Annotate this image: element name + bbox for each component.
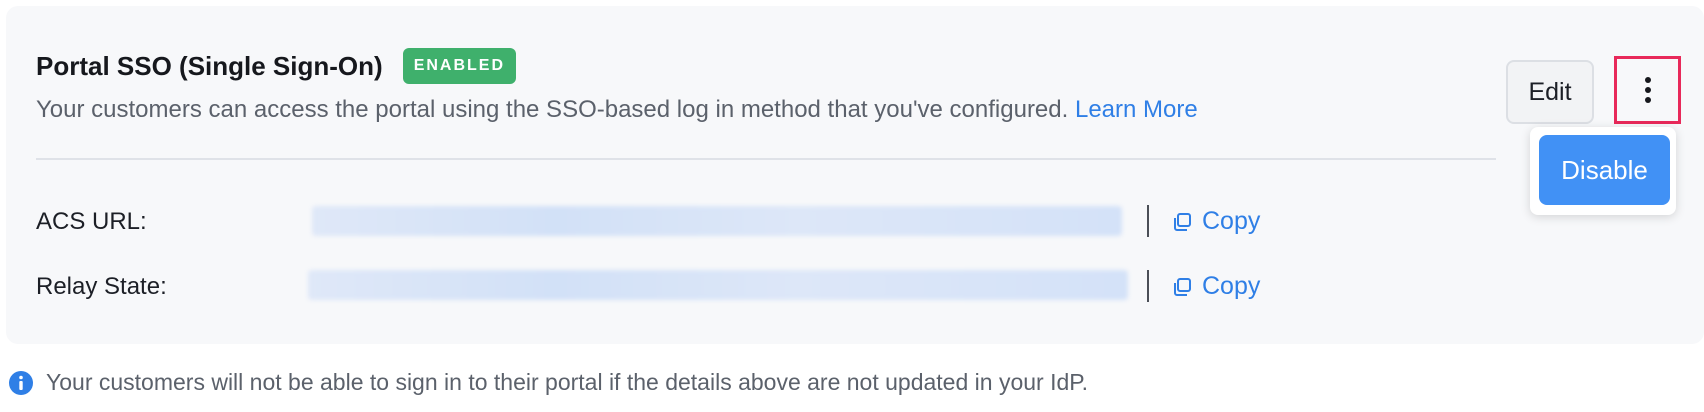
info-icon xyxy=(9,370,33,395)
section-title: Portal SSO (Single Sign-On) xyxy=(36,50,383,81)
footer-note: Your customers will not be able to sign … xyxy=(46,369,1089,395)
title-row: Portal SSO (Single Sign-On) ENABLED xyxy=(36,48,517,84)
section-description: Your customers can access the portal usi… xyxy=(36,96,1198,124)
copy-label: Copy xyxy=(1202,272,1261,300)
more-options-menu: Disable xyxy=(1530,127,1676,215)
field-separator xyxy=(1147,270,1149,302)
vertical-ellipsis-icon xyxy=(1644,77,1651,103)
edit-button[interactable]: Edit xyxy=(1506,60,1594,124)
field-separator xyxy=(1147,205,1149,237)
sso-settings-card: Portal SSO (Single Sign-On) ENABLED Your… xyxy=(6,6,1704,344)
disable-button[interactable]: Disable xyxy=(1539,135,1670,205)
more-options-button[interactable] xyxy=(1614,56,1681,124)
copy-icon xyxy=(1174,277,1191,296)
learn-more-link[interactable]: Learn More xyxy=(1075,96,1198,123)
divider xyxy=(36,158,1496,160)
relay-state-label: Relay State: xyxy=(36,273,167,300)
description-text: Your customers can access the portal usi… xyxy=(36,96,1069,123)
acs-url-label: ACS URL: xyxy=(36,208,147,235)
acs-url-value xyxy=(312,206,1122,236)
copy-label: Copy xyxy=(1202,207,1261,235)
copy-icon xyxy=(1174,212,1191,231)
relay-state-value xyxy=(308,270,1128,300)
copy-acs-url-button[interactable]: Copy xyxy=(1172,207,1260,236)
copy-relay-state-button[interactable]: Copy xyxy=(1172,272,1260,301)
footer-info: Your customers will not be able to sign … xyxy=(8,369,1088,396)
status-badge: ENABLED xyxy=(402,48,517,84)
